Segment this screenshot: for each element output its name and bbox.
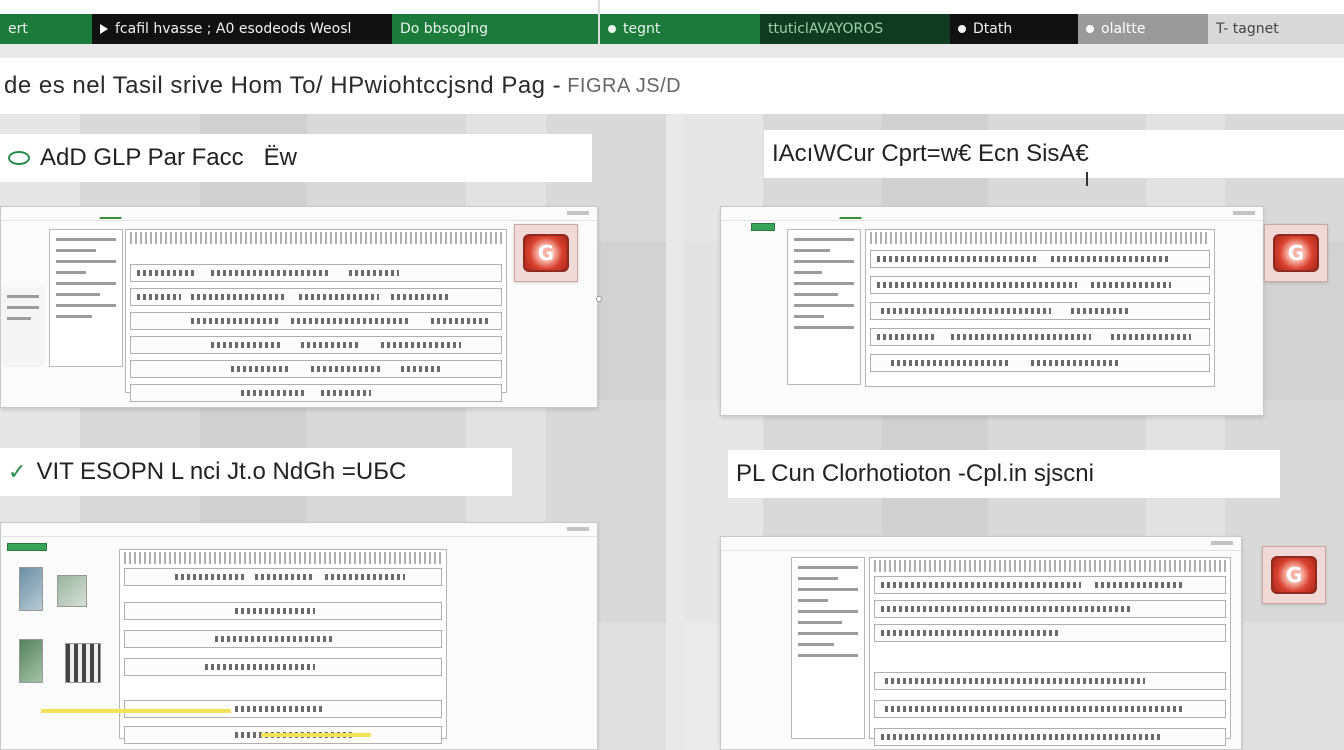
image-thumbnail[interactable] <box>19 639 43 683</box>
tab-blogging-label: Do bbsoglng <box>400 21 488 37</box>
image-thumbnail[interactable] <box>19 567 43 611</box>
mock-sidebar <box>49 229 123 367</box>
highlight-bar <box>41 709 231 713</box>
app-icon: G <box>1271 556 1317 594</box>
window-controls <box>567 211 589 215</box>
play-icon <box>100 24 108 34</box>
handle-dot[interactable] <box>596 296 602 302</box>
tab-death[interactable]: Dtath <box>950 14 1078 44</box>
app-logo-icon <box>839 209 865 219</box>
screenshot-mock-1 <box>0 206 598 408</box>
page-title-text: de es nel Tasil srive Hom To/ HPwiohtccj… <box>4 72 562 99</box>
tab-palette[interactable]: olaltte <box>1078 14 1208 44</box>
app-icon: G <box>523 234 569 272</box>
window-titlebar <box>721 537 1241 551</box>
panel-1-heading-text: AdD GLP Par Facc Ёw <box>40 144 297 171</box>
app-badge-3[interactable]: G <box>1262 546 1326 604</box>
tab-tutorials[interactable]: ttuticlAVAYOROS <box>760 14 950 44</box>
mock-sidebar <box>787 229 861 385</box>
dot-icon <box>958 25 966 33</box>
dot-icon <box>1086 25 1094 33</box>
panel-3-heading-text: VIT ESOPN L nci Jt.o NdGh =UБC <box>36 458 407 485</box>
panel-3-heading: ✓ VIT ESOPN L nci Jt.o NdGh =UБC <box>0 448 512 496</box>
tab-death-label: Dtath <box>973 21 1013 37</box>
tab-target-2[interactable]: T- tagnet <box>1208 14 1344 44</box>
app-icon-glyph: G <box>1287 241 1305 265</box>
tab-websites[interactable]: fcafil hvasse ; A0 esodeods Weosl <box>92 14 392 44</box>
screenshot-mock-4 <box>720 536 1242 750</box>
highlight-bar <box>261 733 371 737</box>
tab-target[interactable]: tegnt <box>600 14 760 44</box>
app-icon-glyph: G <box>537 241 555 265</box>
tab-first[interactable]: еrt <box>0 14 92 44</box>
mock-left-rail <box>1 287 45 367</box>
page-title-tail: FIGRA JS/D <box>567 74 682 97</box>
window-controls <box>567 527 589 531</box>
window-titlebar <box>1 523 597 537</box>
mock-grid <box>869 557 1231 746</box>
mock-grid <box>125 229 507 402</box>
image-thumbnail[interactable] <box>65 643 101 683</box>
divider <box>598 0 600 44</box>
browser-top-bar: еrt fcafil hvasse ; A0 esodeods Weosl Do… <box>0 0 1344 44</box>
tab-websites-label: fcafil hvasse ; A0 esodeods Weosl <box>115 21 352 37</box>
panel-4-heading-text: PL Cun Clorhotioton -Cpl.in sjscni <box>736 460 1094 487</box>
mock-sidebar <box>791 557 865 739</box>
mock-grid <box>865 229 1215 387</box>
check-icon: ✓ <box>8 459 27 484</box>
panel-2-heading-text: IAсıWCur Cprt=w€ Eсn SisA€ <box>772 140 1089 167</box>
app-icon-glyph: G <box>1285 563 1303 587</box>
app-icon: G <box>1273 234 1319 272</box>
tab-target-2-label: T- tagnet <box>1216 21 1279 37</box>
panel-2-heading: IAсıWCur Cprt=w€ Eсn SisA€ <box>764 130 1344 178</box>
status-badge <box>7 543 47 551</box>
app-badge-2[interactable]: G <box>1264 224 1328 282</box>
status-badge <box>751 223 775 231</box>
window-controls <box>1233 211 1255 215</box>
tab-blogging[interactable]: Do bbsoglng <box>392 14 598 44</box>
app-logo-icon <box>99 209 125 219</box>
tab-first-label: еrt <box>8 21 28 37</box>
page-title: de es nel Tasil srive Hom To/ HPwiohtccj… <box>0 58 1344 114</box>
circle-icon <box>8 151 30 165</box>
panel-1-heading: AdD GLP Par Facc Ёw <box>0 134 592 182</box>
screenshot-mock-2 <box>720 206 1264 416</box>
tab-tutorials-label: ttuticlAVAYOROS <box>768 21 884 37</box>
tab-target-label: tegnt <box>623 21 661 37</box>
text-cursor <box>1086 172 1088 186</box>
window-controls <box>1211 541 1233 545</box>
app-badge-1[interactable]: G <box>514 224 578 282</box>
screenshot-mock-3 <box>0 522 598 750</box>
tab-palette-label: olaltte <box>1101 21 1146 37</box>
image-thumbnail[interactable] <box>57 575 87 607</box>
window-titlebar <box>721 207 1263 221</box>
panel-4-heading: PL Cun Clorhotioton -Cpl.in sjscni <box>728 450 1280 498</box>
circle-icon <box>608 25 616 33</box>
window-titlebar <box>1 207 597 221</box>
